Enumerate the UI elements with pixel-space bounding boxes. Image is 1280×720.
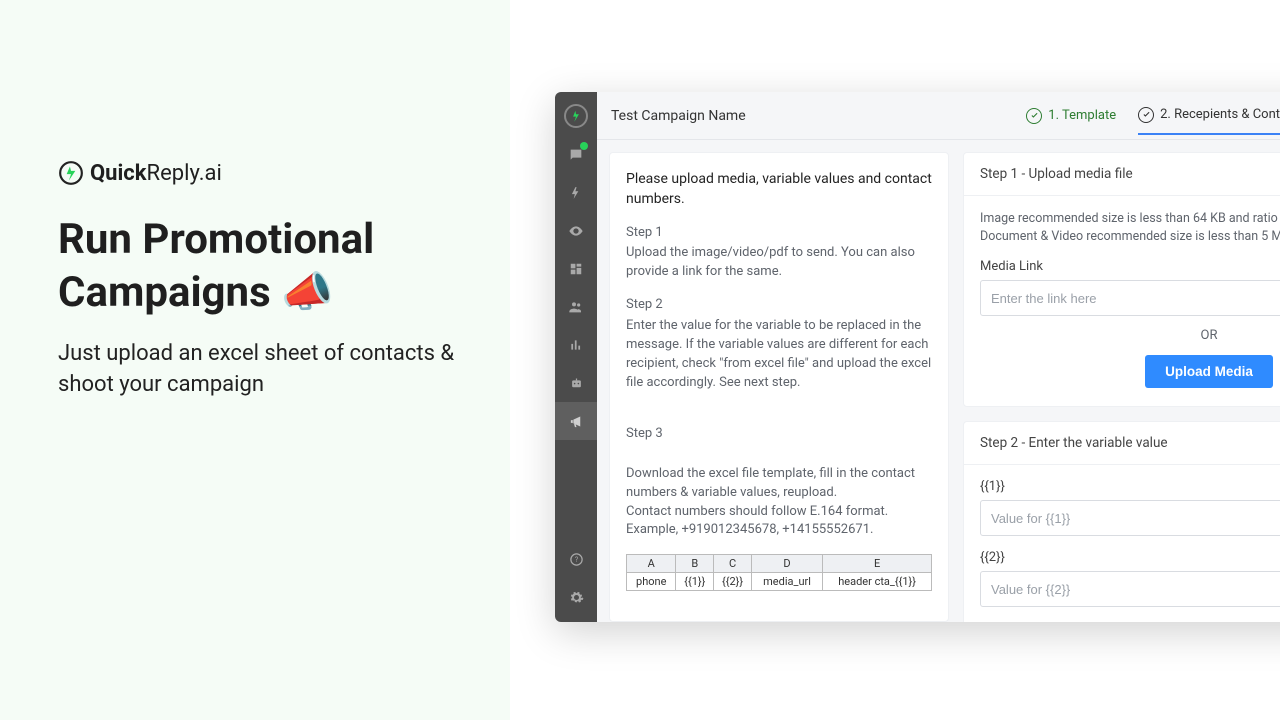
variables-section: Step 2 - Enter the variable value {{1}} …	[963, 421, 1280, 622]
marketing-panel: QuickReply.ai Run Promotional Campaigns …	[0, 0, 510, 720]
variable-name: {{1}}	[980, 479, 1005, 494]
robot-icon	[569, 376, 584, 391]
section-title: Step 2 - Enter the variable value	[964, 422, 1280, 465]
wizard-step-recipients[interactable]: 2. Recepients & Content	[1138, 107, 1280, 135]
instruction-step: Step 3 Download the excel file template,…	[626, 406, 932, 540]
chart-icon	[569, 338, 583, 352]
brand-name: QuickReply.ai	[90, 161, 222, 186]
variable-value-input[interactable]	[980, 500, 1280, 536]
app-header: Test Campaign Name 1. Template 2. Recepi…	[597, 92, 1280, 140]
excel-template-preview: A B C D E phone {{1}} {{2}} media_url he…	[626, 554, 932, 591]
instruction-step: Step 1 Upload the image/video/pdf to sen…	[626, 224, 932, 283]
or-divider: OR	[980, 328, 1280, 343]
dashboard-icon	[569, 262, 583, 276]
bolt-icon	[569, 186, 583, 200]
check-icon	[1138, 107, 1154, 123]
section-title: Step 1 - Upload media file	[964, 153, 1280, 196]
check-icon	[1026, 108, 1042, 124]
hero-title: Run Promotional Campaigns 📣	[58, 214, 466, 319]
wizard-steps: 1. Template 2. Recepients & Content 3. P…	[1026, 107, 1280, 125]
brand-logo: QuickReply.ai	[58, 160, 466, 186]
app-sidebar: ?	[555, 92, 597, 622]
variable-name: {{3}}	[980, 621, 1005, 622]
online-badge-icon	[580, 142, 588, 150]
svg-text:?: ?	[574, 556, 577, 564]
instructions-lead: Please upload media, variable values and…	[626, 169, 932, 210]
upload-media-section: Step 1 - Upload media file Image recomme…	[963, 152, 1280, 407]
people-icon	[568, 299, 584, 315]
help-icon: ?	[569, 552, 584, 567]
campaign-title: Test Campaign Name	[611, 108, 746, 124]
sidebar-item-dashboard[interactable]	[555, 250, 597, 288]
wizard-step-label: 2. Recepients & Content	[1160, 107, 1280, 122]
sidebar-item-chat[interactable]	[555, 136, 597, 174]
sidebar-item-contacts[interactable]	[555, 288, 597, 326]
instruction-step: Step 2 Enter the value for the variable …	[626, 296, 932, 392]
sidebar-item-bot[interactable]	[555, 364, 597, 402]
sidebar-item-eye[interactable]	[555, 212, 597, 250]
sidebar-item-settings[interactable]	[555, 578, 597, 616]
eye-icon	[568, 223, 584, 239]
app-window: ? Test Campaign Name 1. Template	[555, 92, 1280, 622]
wizard-step-label: 1. Template	[1048, 108, 1116, 123]
variable-value-input[interactable]	[980, 571, 1280, 607]
sidebar-item-bolt[interactable]	[555, 174, 597, 212]
wizard-step-template[interactable]: 1. Template	[1026, 108, 1116, 134]
variable-name: {{2}}	[980, 550, 1005, 565]
gear-icon	[569, 590, 584, 605]
upload-hint: Image recommended size is less than 64 K…	[980, 210, 1280, 245]
upload-media-button[interactable]: Upload Media	[1145, 355, 1273, 388]
variable-row: {{1}} From Excel	[980, 479, 1280, 536]
sidebar-brand-icon	[564, 104, 588, 128]
sidebar-item-help[interactable]: ?	[555, 540, 597, 578]
media-link-label: Media Link	[980, 259, 1280, 274]
variable-row: {{3}} From Excel	[980, 621, 1280, 622]
media-link-input[interactable]	[980, 280, 1280, 316]
sidebar-item-analytics[interactable]	[555, 326, 597, 364]
megaphone-icon	[569, 414, 584, 429]
hero-subtitle: Just upload an excel sheet of contacts &…	[58, 339, 466, 401]
variable-row: {{2}} From Excel	[980, 550, 1280, 607]
sidebar-item-campaigns[interactable]	[555, 402, 597, 440]
instructions-card: Please upload media, variable values and…	[609, 152, 949, 622]
brand-mark-icon	[58, 160, 84, 186]
